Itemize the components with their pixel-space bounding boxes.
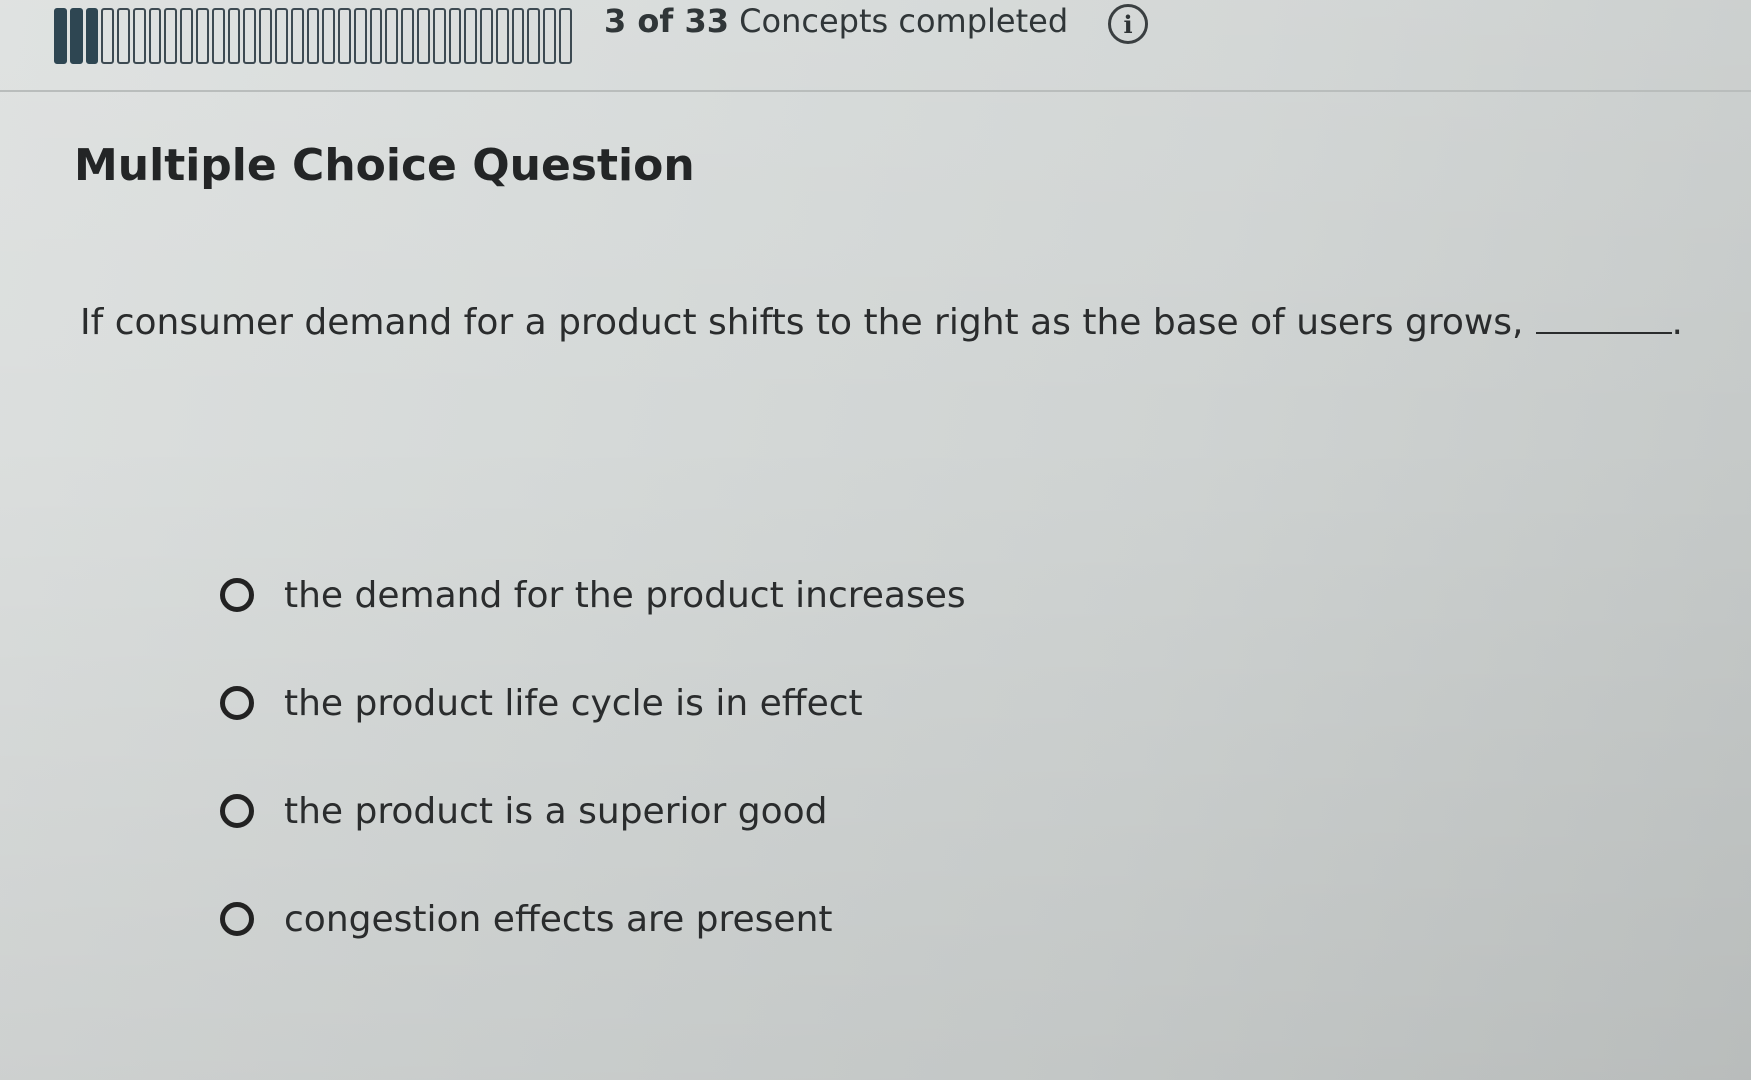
- progress-segment-pending: [338, 8, 351, 64]
- radio-unselected-icon[interactable]: [220, 794, 254, 828]
- progress-label: 3 of 33 Concepts completed: [604, 2, 1068, 40]
- answer-option-label: the demand for the product increases: [284, 574, 966, 616]
- info-glyph: i: [1123, 9, 1133, 39]
- progress-segment-pending: [196, 8, 209, 64]
- progress-segment-pending: [385, 8, 399, 64]
- answer-option-label: the product is a superior good: [284, 790, 828, 832]
- progress-segment-pending: [259, 8, 272, 64]
- question-end-punctuation: .: [1671, 302, 1683, 343]
- progress-segment-pending: [101, 8, 115, 64]
- progress-segment-pending: [527, 8, 541, 64]
- progress-segment-pending: [290, 8, 304, 64]
- progress-segment-completed: [69, 8, 83, 64]
- progress-count: 3 of 33: [604, 2, 729, 40]
- progress-segment-pending: [559, 8, 572, 64]
- info-circle-icon[interactable]: i: [1108, 4, 1148, 44]
- progress-segment-pending: [211, 8, 225, 64]
- progress-segment-pending: [243, 8, 257, 64]
- progress-segment-pending: [416, 8, 430, 64]
- concept-progress-bar: [54, 8, 572, 64]
- progress-segment-pending: [401, 8, 414, 64]
- radio-unselected-icon[interactable]: [220, 902, 254, 936]
- progress-segment-pending: [543, 8, 556, 64]
- progress-header: 3 of 33 Concepts completed i: [0, 0, 1751, 92]
- progress-segment-completed: [54, 8, 67, 64]
- answer-blank: [1535, 331, 1672, 334]
- progress-segment-pending: [306, 8, 320, 64]
- answer-option-4[interactable]: congestion effects are present: [220, 892, 966, 946]
- progress-segment-pending: [448, 8, 462, 64]
- answer-option-3[interactable]: the product is a superior good: [220, 784, 966, 838]
- progress-segment-pending: [132, 8, 146, 64]
- progress-segment-pending: [353, 8, 367, 64]
- progress-segment-pending: [495, 8, 509, 64]
- progress-segment-pending: [180, 8, 194, 64]
- progress-segment-pending: [322, 8, 336, 64]
- progress-segment-pending: [369, 8, 383, 64]
- progress-segment-pending: [274, 8, 288, 64]
- radio-unselected-icon[interactable]: [220, 578, 254, 612]
- progress-segment-pending: [148, 8, 162, 64]
- progress-segment-pending: [432, 8, 446, 64]
- progress-segment-pending: [480, 8, 493, 64]
- answer-option-2[interactable]: the product life cycle is in effect: [220, 676, 966, 730]
- progress-segment-pending: [227, 8, 241, 64]
- progress-segment-completed: [85, 8, 99, 64]
- progress-segment-pending: [464, 8, 478, 64]
- answer-option-1[interactable]: the demand for the product increases: [220, 568, 966, 622]
- progress-segment-pending: [511, 8, 525, 64]
- answer-option-label: congestion effects are present: [284, 898, 833, 940]
- question-text: If consumer demand for a product shifts …: [80, 302, 1524, 343]
- question-prompt: If consumer demand for a product shifts …: [80, 302, 1683, 343]
- radio-unselected-icon[interactable]: [220, 686, 254, 720]
- answer-options: the demand for the product increases the…: [220, 568, 966, 1000]
- progress-segment-pending: [117, 8, 130, 64]
- question-type-heading: Multiple Choice Question: [74, 140, 695, 191]
- progress-segment-pending: [164, 8, 178, 64]
- progress-suffix: Concepts completed: [739, 2, 1069, 40]
- answer-option-label: the product life cycle is in effect: [284, 682, 863, 724]
